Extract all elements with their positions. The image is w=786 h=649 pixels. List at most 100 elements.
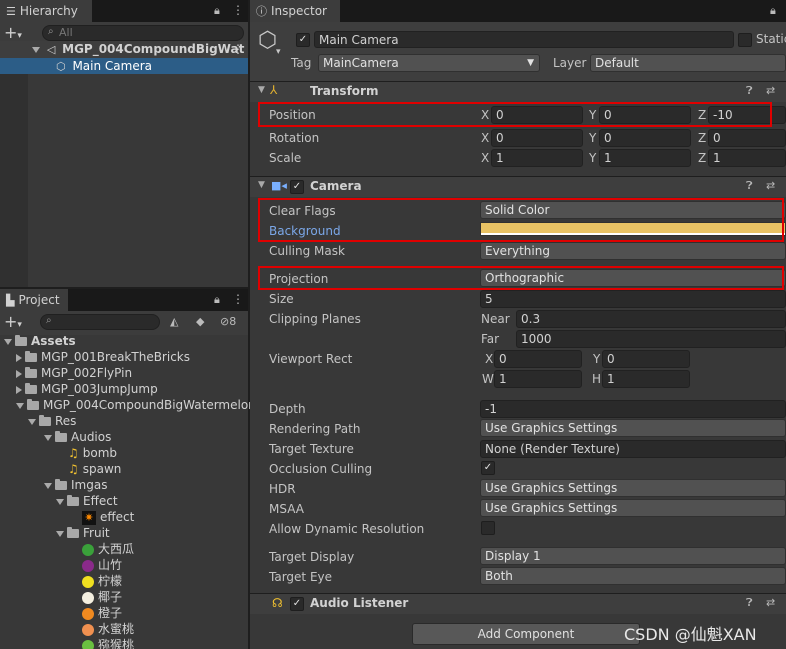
preset-settings-icon[interactable]: ⇄ <box>766 596 775 609</box>
tree-row-fruit[interactable]: 水蜜桃 <box>0 621 134 637</box>
tree-row-imgas[interactable]: Imgas <box>0 477 107 493</box>
hierarchy-search-input[interactable]: ⌕ All <box>42 25 244 41</box>
tree-row-folder[interactable]: MGP_002FlyPin <box>0 365 132 381</box>
scale-y-field[interactable]: 1 <box>599 149 691 167</box>
axis-z-label[interactable]: Z <box>698 131 706 145</box>
tree-row-audio-file[interactable]: ♫ spawn <box>0 461 121 477</box>
target-display-dropdown[interactable]: Display 1 <box>480 547 786 565</box>
search-by-label-icon[interactable]: ◆ <box>196 315 204 328</box>
tree-row-folder[interactable]: MGP_004CompoundBigWatermelon <box>0 397 256 413</box>
hierarchy-menu-icon[interactable]: ⋮ <box>232 3 244 17</box>
preset-settings-icon[interactable]: ⇄ <box>766 84 775 97</box>
gameobject-cube-icon: ⬡ <box>56 60 66 73</box>
axis-y-label[interactable]: Y <box>589 131 596 145</box>
viewport-w-label[interactable]: W <box>482 372 494 386</box>
object-active-checkbox[interactable]: ✓ <box>296 33 310 47</box>
chevron-down-icon[interactable]: ▼ <box>258 180 265 190</box>
tree-row-fruit[interactable]: 猕猴桃 <box>0 637 134 649</box>
tree-row-effect-file[interactable]: ✷ effect <box>0 509 134 525</box>
axis-x-label[interactable]: X <box>481 151 489 165</box>
tree-label: 柠檬 <box>98 574 123 588</box>
near-label: Near <box>481 312 510 326</box>
gameobject-cube-icon[interactable]: ⬡ <box>258 28 277 53</box>
tree-row-folder[interactable]: MGP_001BreakTheBricks <box>0 349 190 365</box>
tree-row-fruit-folder[interactable]: Fruit <box>0 525 110 541</box>
near-field[interactable]: 0.3 <box>516 310 786 328</box>
chevron-right-icon <box>16 353 22 362</box>
viewport-h-label[interactable]: H <box>592 372 601 386</box>
search-by-type-icon[interactable]: ◭ <box>170 315 178 328</box>
target-texture-field[interactable]: None (Render Texture) <box>480 440 786 458</box>
tree-row-effect-folder[interactable]: Effect <box>0 493 118 509</box>
tree-row-fruit[interactable]: 椰子 <box>0 589 122 605</box>
rotation-x-field[interactable]: 0 <box>491 129 583 147</box>
scene-menu-icon[interactable]: ⋮ <box>232 41 244 57</box>
tree-row-res[interactable]: Res <box>0 413 76 429</box>
inspector-tab[interactable]: ⓘ Inspector <box>250 0 340 22</box>
tree-row-folder[interactable]: MGP_003JumpJump <box>0 381 158 397</box>
camera-enabled-checkbox[interactable]: ✓ <box>290 180 304 194</box>
tree-row-fruit[interactable]: 柠檬 <box>0 573 122 589</box>
msaa-dropdown[interactable]: Use Graphics Settings <box>480 499 786 517</box>
axis-z-label[interactable]: Z <box>698 151 706 165</box>
tree-row-fruit[interactable]: 橙子 <box>0 605 122 621</box>
scale-x-field[interactable]: 1 <box>491 149 583 167</box>
tree-row-audio-file[interactable]: ♫ bomb <box>0 445 117 461</box>
tree-row-assets[interactable]: Assets <box>0 333 76 349</box>
viewport-y-label[interactable]: Y <box>593 352 600 366</box>
viewport-h-field[interactable]: 1 <box>602 370 690 388</box>
project-lock-icon[interactable]: 🔒︎ <box>214 293 220 307</box>
chevron-down-icon[interactable]: ▼ <box>258 85 265 95</box>
project-search-input[interactable]: ⌕ <box>40 314 160 330</box>
viewport-x-field[interactable]: 0 <box>494 350 582 368</box>
rendering-path-dropdown[interactable]: Use Graphics Settings <box>480 419 786 437</box>
viewport-x-label[interactable]: X <box>485 352 493 366</box>
target-eye-dropdown[interactable]: Both <box>480 567 786 585</box>
layer-dropdown[interactable]: Default <box>590 54 786 72</box>
scene-row[interactable]: ◁ MGP_004CompoundBigWat ⋮ <box>0 41 248 58</box>
axis-y-label[interactable]: Y <box>589 151 596 165</box>
depth-field[interactable]: -1 <box>480 400 786 418</box>
hierarchy-create-button[interactable]: +▾ <box>4 23 22 42</box>
tree-row-fruit[interactable]: 大西瓜 <box>0 541 134 557</box>
watermark-text: CSDN @仙魁XAN <box>624 625 757 644</box>
help-icon[interactable]: ❓︎ <box>746 179 753 193</box>
tree-row-audios[interactable]: Audios <box>0 429 111 445</box>
hierarchy-lock-icon[interactable]: 🔒︎ <box>214 4 220 18</box>
inspector-lock-icon[interactable]: 🔒︎ <box>770 4 776 18</box>
preset-settings-icon[interactable]: ⇄ <box>766 179 775 192</box>
viewport-y-field[interactable]: 0 <box>602 350 690 368</box>
size-field[interactable]: 5 <box>480 290 786 308</box>
scale-z-field[interactable]: 1 <box>708 149 786 167</box>
tree-label: 水蜜桃 <box>98 622 135 636</box>
tree-label: 椰子 <box>98 590 123 604</box>
audio-listener-enabled-checkbox[interactable]: ✓ <box>290 597 304 611</box>
object-name-input[interactable]: Main Camera <box>314 31 734 48</box>
dynamic-resolution-checkbox[interactable] <box>481 521 495 535</box>
hidden-packages-icon[interactable]: ⊘8 <box>220 315 236 328</box>
fruit-sprite-icon <box>82 591 94 604</box>
project-menu-icon[interactable]: ⋮ <box>232 292 244 306</box>
occlusion-culling-checkbox[interactable]: ✓ <box>481 461 495 475</box>
add-component-button[interactable]: Add Component <box>412 623 640 645</box>
rotation-y-field[interactable]: 0 <box>599 129 691 147</box>
axis-x-label[interactable]: X <box>481 131 489 145</box>
project-tab[interactable]: ▙ Project <box>0 289 68 311</box>
viewport-w-field[interactable]: 1 <box>494 370 582 388</box>
static-checkbox[interactable] <box>738 33 752 47</box>
folder-icon <box>39 415 51 426</box>
hdr-dropdown[interactable]: Use Graphics Settings <box>480 479 786 497</box>
fruit-sprite-icon <box>82 623 94 636</box>
rotation-z-field[interactable]: 0 <box>708 129 786 147</box>
help-icon[interactable]: ❓︎ <box>746 596 753 610</box>
tree-row-fruit[interactable]: 山竹 <box>0 557 122 573</box>
project-create-button[interactable]: +▾ <box>4 312 22 331</box>
position-highlight-box <box>258 102 772 127</box>
tag-dropdown[interactable]: MainCamera ▼ <box>318 54 540 72</box>
far-field[interactable]: 1000 <box>516 330 786 348</box>
culling-mask-dropdown[interactable]: Everything <box>480 242 786 260</box>
hierarchy-item-main-camera[interactable]: ⬡ Main Camera <box>0 58 248 74</box>
static-label: Static <box>756 32 786 46</box>
hierarchy-tab[interactable]: ☰ Hierarchy <box>0 0 92 22</box>
help-icon[interactable]: ❓︎ <box>746 84 753 98</box>
